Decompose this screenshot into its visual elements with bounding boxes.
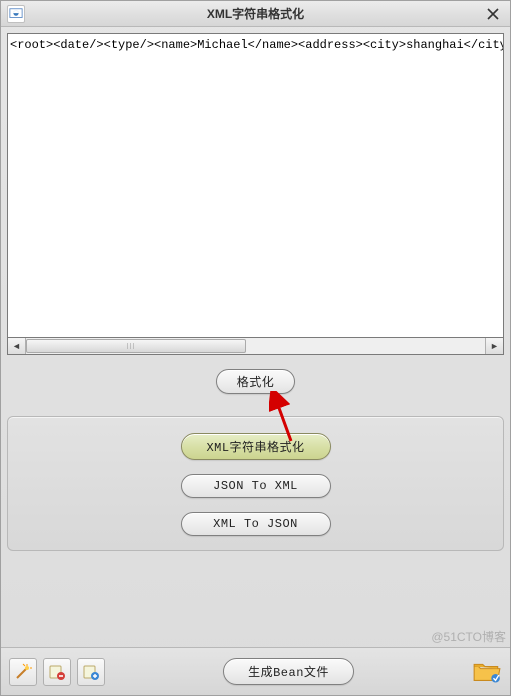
horizontal-scrollbar[interactable]: ◄ ► [7, 337, 504, 355]
title-bar: XML字符串格式化 [1, 1, 510, 27]
open-folder-button[interactable] [472, 659, 502, 685]
main-area: ◄ ► 格式化 [1, 27, 510, 410]
scroll-track[interactable] [26, 338, 485, 354]
bottom-toolbar: 生成Bean文件 [1, 647, 510, 695]
scroll-grip-icon [127, 343, 137, 349]
format-row: 格式化 [7, 369, 504, 394]
tab-xml-to-json[interactable]: XML To JSON [181, 512, 331, 536]
scroll-thumb[interactable] [26, 339, 246, 353]
tab-xml-format[interactable]: XML字符串格式化 [181, 433, 331, 460]
xml-input[interactable] [8, 34, 503, 334]
generate-bean-button[interactable]: 生成Bean文件 [223, 658, 354, 685]
tab-json-to-xml[interactable]: JSON To XML [181, 474, 331, 498]
app-icon [7, 5, 25, 23]
xml-textarea-wrapper [7, 33, 504, 338]
watermark-text: @51CTO博客 [431, 628, 506, 645]
window-title: XML字符串格式化 [1, 5, 510, 22]
tool-icon-group [9, 658, 105, 686]
tool-add-icon[interactable] [77, 658, 105, 686]
mode-panel: XML字符串格式化 JSON To XML XML To JSON [7, 416, 504, 551]
format-button[interactable]: 格式化 [216, 369, 296, 394]
scroll-left-arrow-icon[interactable]: ◄ [8, 338, 26, 354]
scroll-right-arrow-icon[interactable]: ► [485, 338, 503, 354]
tool-remove-icon[interactable] [43, 658, 71, 686]
dialog-window: XML字符串格式化 ◄ ► 格式化 [0, 0, 511, 696]
tool-wand-icon[interactable] [9, 658, 37, 686]
close-button[interactable] [476, 1, 510, 26]
bottom-center: 生成Bean文件 [105, 658, 472, 685]
